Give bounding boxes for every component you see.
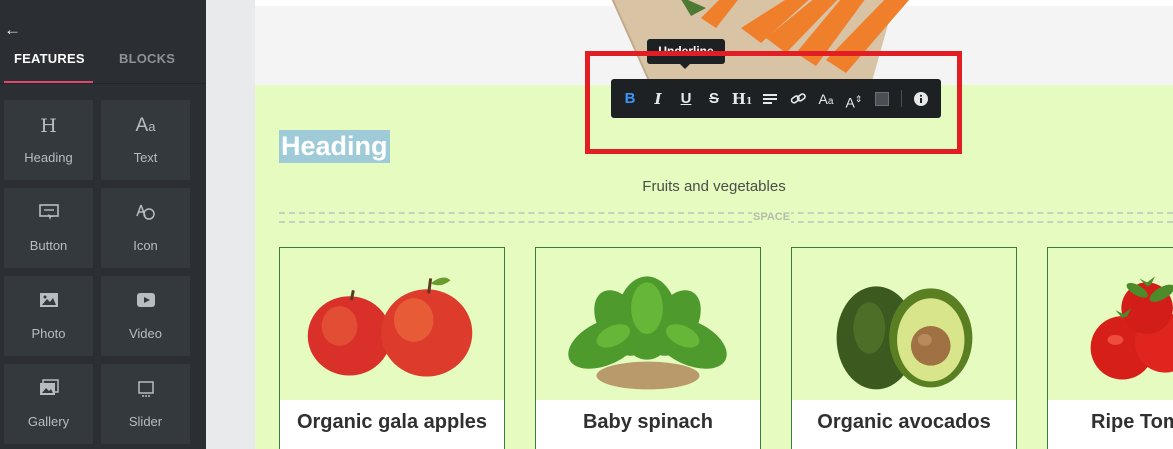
- gallery-icon: [4, 378, 93, 402]
- icon-icon: [101, 202, 190, 226]
- product-card[interactable]: Baby spinach: [535, 247, 761, 449]
- product-card[interactable]: Organic gala apples: [279, 247, 505, 449]
- apples-image: [307, 277, 473, 377]
- sidebar: ← FEATURES BLOCKS H Heading Aa Text Butt…: [0, 0, 206, 449]
- product-card[interactable]: Organic avocados: [791, 247, 1017, 449]
- product-card[interactable]: Ripe Tom: [1047, 247, 1173, 449]
- feature-tile-label: Photo: [31, 326, 66, 341]
- feature-tile-photo[interactable]: Photo: [4, 276, 93, 356]
- back-arrow-icon[interactable]: ←: [4, 20, 21, 40]
- product-card-body: Organic gala apples: [280, 400, 504, 449]
- space-block-label: SPACE: [752, 211, 792, 223]
- feature-tile-label: Slider: [128, 414, 163, 429]
- product-card-body: Ripe Tom: [1048, 400, 1173, 449]
- button-icon: [4, 202, 93, 226]
- feature-tile-gallery[interactable]: Gallery: [4, 364, 93, 444]
- feature-tile-label: Heading: [24, 150, 73, 165]
- feature-tile-heading[interactable]: H Heading: [4, 100, 93, 180]
- video-icon: [101, 290, 190, 314]
- product-name[interactable]: Baby spinach: [536, 410, 760, 434]
- sidebar-tabs: FEATURES BLOCKS: [0, 48, 206, 84]
- feature-tile-icon[interactable]: Icon: [101, 188, 190, 268]
- section-heading[interactable]: Heading: [279, 130, 390, 163]
- product-name[interactable]: Ripe Tom: [1091, 410, 1173, 434]
- product-card-body: Baby spinach: [536, 400, 760, 449]
- space-block[interactable]: [279, 212, 1173, 223]
- text-icon: Aa: [135, 115, 156, 136]
- avocados-image: [836, 286, 973, 390]
- canvas-margin: [206, 0, 255, 449]
- product-card-body: Organic avocados: [792, 400, 1016, 449]
- photo-icon: [4, 290, 93, 314]
- tomatoes-image: [1090, 276, 1173, 380]
- heading-icon: H: [40, 115, 57, 137]
- feature-tile-label: Gallery: [27, 414, 70, 429]
- feature-tile-label: Button: [29, 238, 68, 253]
- feature-tile-text[interactable]: Aa Text: [101, 100, 190, 180]
- feature-tile-button[interactable]: Button: [4, 188, 93, 268]
- tab-blocks[interactable]: BLOCKS: [119, 51, 175, 66]
- feature-tile-slider[interactable]: Slider: [101, 364, 190, 444]
- slider-icon: [101, 378, 190, 402]
- feature-tile-label: Text: [133, 150, 158, 165]
- tab-features[interactable]: FEATURES: [14, 51, 85, 66]
- highlight-annotation-box: [585, 51, 962, 154]
- feature-tile-label: Icon: [133, 238, 158, 253]
- tabs-divider: [0, 83, 206, 84]
- spinach-image: [568, 276, 727, 390]
- feature-tile-video[interactable]: Video: [101, 276, 190, 356]
- product-name[interactable]: Organic gala apples: [280, 410, 504, 434]
- feature-tile-label: Video: [128, 326, 162, 341]
- section-subtitle[interactable]: Fruits and vegetables: [255, 178, 1173, 195]
- product-name[interactable]: Organic avocados: [792, 410, 1016, 434]
